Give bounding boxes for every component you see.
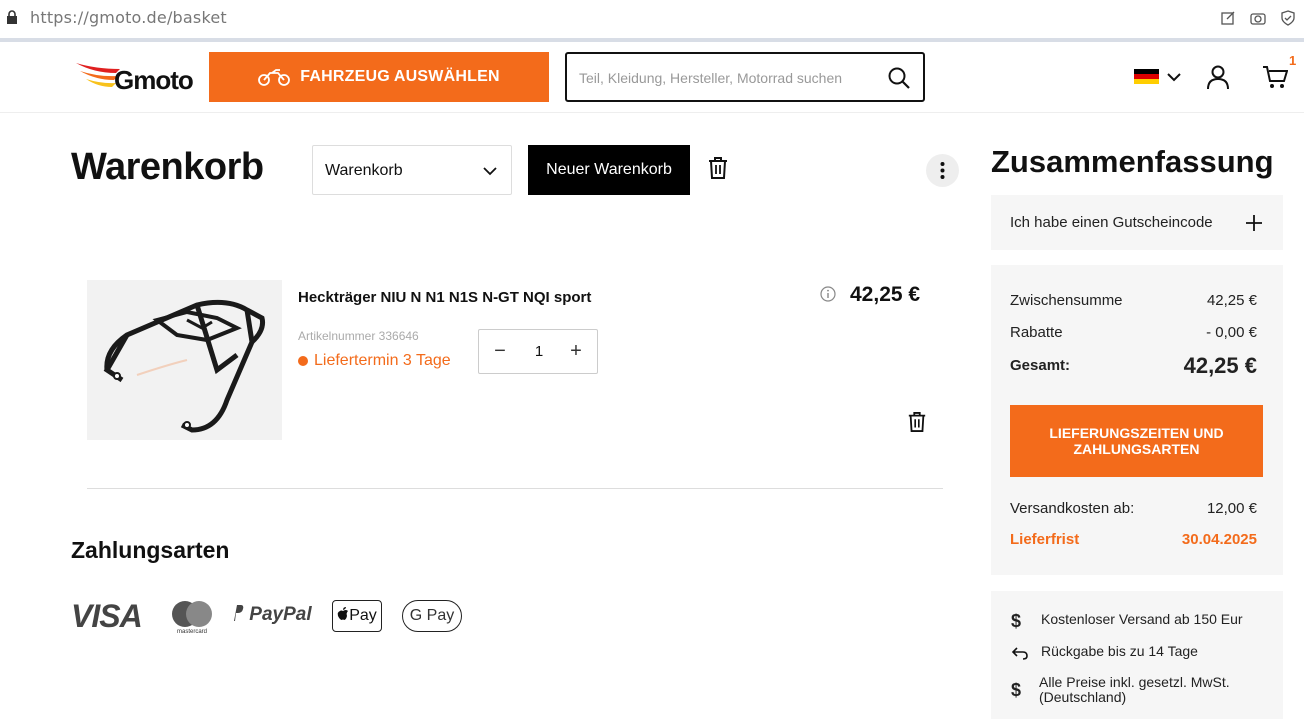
discount-row: Rabatte - 0,00 €	[1010, 324, 1257, 341]
product-image[interactable]	[87, 280, 282, 440]
perk-free-shipping-text: Kostenloser Versand ab 150 Eur	[1041, 611, 1243, 627]
chevron-down-icon[interactable]	[1166, 70, 1182, 84]
order-totals: Zwischensumme 42,25 € Rabatte - 0,00 € G…	[991, 265, 1283, 575]
site-header: Gmoto FAHRZEUG AUSWÄHLEN 1	[0, 42, 1304, 113]
delivery-date-label: Lieferfrist	[1010, 531, 1080, 548]
total-row: Gesamt: 42,25 €	[1010, 353, 1257, 378]
checkout-label-line2: ZAHLUNGSARTEN	[1073, 441, 1200, 457]
delivery-date-value: 30.04.2025	[1181, 531, 1257, 548]
apple-icon	[337, 607, 349, 620]
basket-select-value: Warenkorb	[325, 162, 403, 179]
lock-icon	[7, 10, 17, 24]
select-vehicle-button[interactable]: FAHRZEUG AUSWÄHLEN	[209, 52, 549, 102]
apple-pay-text: Pay	[349, 607, 377, 624]
select-vehicle-label: FAHRZEUG AUSWÄHLEN	[300, 68, 500, 85]
url-host: https://gmoto.de/	[30, 8, 173, 27]
search-input[interactable]	[579, 66, 879, 90]
subtotal-value: 42,25 €	[1206, 292, 1257, 309]
perk-returns-text: Rückgabe bis zu 14 Tage	[1041, 643, 1198, 659]
dollar-icon: $	[1011, 611, 1022, 631]
logo-text: Gmoto	[114, 65, 194, 95]
page-title: Warenkorb	[71, 146, 264, 188]
increase-quantity-button[interactable]: +	[565, 340, 587, 364]
rear-rack-image	[103, 299, 265, 433]
paypal-p-icon	[234, 605, 244, 621]
info-icon[interactable]	[820, 286, 836, 302]
checkout-button[interactable]: LIEFERUNGSZEITEN UND ZAHLUNGSARTEN	[1010, 405, 1263, 477]
cart-count-badge: 1	[1289, 53, 1297, 68]
trash-icon[interactable]	[707, 156, 729, 180]
germany-flag-icon[interactable]	[1134, 69, 1159, 84]
new-basket-button[interactable]: Neuer Warenkorb	[528, 145, 690, 195]
shipping-label: Versandkosten ab:	[1010, 500, 1135, 517]
total-label: Gesamt:	[1010, 357, 1071, 374]
more-vertical-icon	[940, 162, 945, 179]
summary-title: Zusammenfassung	[991, 144, 1274, 179]
payment-methods: VISA mastercard PayPal Pay G Pay	[71, 598, 471, 635]
google-pay-logo: G Pay	[402, 600, 462, 632]
cart-icon[interactable]	[1262, 64, 1288, 90]
shield-icon[interactable]	[1280, 10, 1296, 26]
article-number: Artikelnummer 336646	[298, 329, 419, 343]
product-name[interactable]: Heckträger NIU N N1 N1S N-GT NQI sport	[298, 289, 591, 306]
perk-vat-line2: (Deutschland)	[1039, 689, 1127, 705]
chevron-down-icon	[483, 167, 497, 176]
item-price: 42,25 €	[850, 283, 921, 306]
mastercard-logo: mastercard	[171, 600, 213, 635]
camera-icon[interactable]	[1250, 10, 1266, 26]
voucher-label: Ich habe einen Gutscheincode	[1010, 214, 1213, 231]
url-path: basket	[172, 8, 227, 27]
basket-select[interactable]: Warenkorb	[312, 145, 512, 195]
discount-value: - 0,00 €	[1206, 324, 1257, 341]
visa-logo: VISA	[71, 598, 143, 634]
motorcycle-icon	[258, 69, 291, 86]
quantity-value[interactable]: 1	[529, 343, 549, 360]
more-options-button[interactable]	[926, 154, 959, 187]
delivery-status: Liefertermin 3 Tage	[298, 352, 451, 370]
apple-pay-logo: Pay	[332, 600, 382, 632]
checkout-label-line1: LIEFERUNGSZEITEN UND	[1049, 425, 1224, 441]
shop-perks: $ Kostenloser Versand ab 150 Eur Rückgab…	[991, 591, 1283, 719]
mastercard-text: mastercard	[177, 629, 207, 634]
shipping-row: Versandkosten ab: 12,00 €	[1010, 500, 1257, 517]
user-icon[interactable]	[1206, 64, 1230, 90]
decrease-quantity-button[interactable]: −	[489, 340, 511, 364]
return-arrow-icon	[1011, 647, 1028, 660]
plus-icon[interactable]	[1244, 213, 1264, 233]
search-box[interactable]	[565, 52, 925, 102]
quantity-stepper[interactable]: − 1 +	[478, 329, 598, 374]
shipping-value: 12,00 €	[1206, 500, 1257, 517]
status-dot	[298, 356, 308, 366]
subtotal-row: Zwischensumme 42,25 €	[1010, 292, 1257, 309]
subtotal-label: Zwischensumme	[1010, 292, 1123, 309]
paypal-logo: PayPal	[232, 604, 312, 626]
item-divider	[87, 488, 943, 489]
url-text[interactable]: https://gmoto.de/basket	[30, 8, 227, 27]
delivery-date-row: Lieferfrist 30.04.2025	[1010, 531, 1257, 548]
delivery-status-text: Liefertermin 3 Tage	[314, 352, 451, 369]
discount-label: Rabatte	[1010, 324, 1063, 341]
browser-url-bar[interactable]: https://gmoto.de/basket	[0, 0, 1304, 38]
paypal-text: PayPal	[249, 604, 312, 625]
voucher-toggle[interactable]: Ich habe einen Gutscheincode	[991, 195, 1283, 250]
edit-icon[interactable]	[1220, 10, 1236, 26]
total-value: 42,25 €	[1183, 353, 1257, 378]
gmoto-logo[interactable]: Gmoto	[76, 59, 196, 95]
perk-vat-line1: Alle Preise inkl. gesetzl. MwSt.	[1039, 674, 1230, 690]
dollar-icon: $	[1011, 680, 1022, 700]
search-icon[interactable]	[887, 66, 911, 90]
payment-methods-title: Zahlungsarten	[71, 537, 230, 563]
perk-vat-text: Alle Preise inkl. gesetzl. MwSt. (Deutsch…	[1039, 675, 1230, 705]
remove-item-icon[interactable]	[907, 411, 927, 433]
